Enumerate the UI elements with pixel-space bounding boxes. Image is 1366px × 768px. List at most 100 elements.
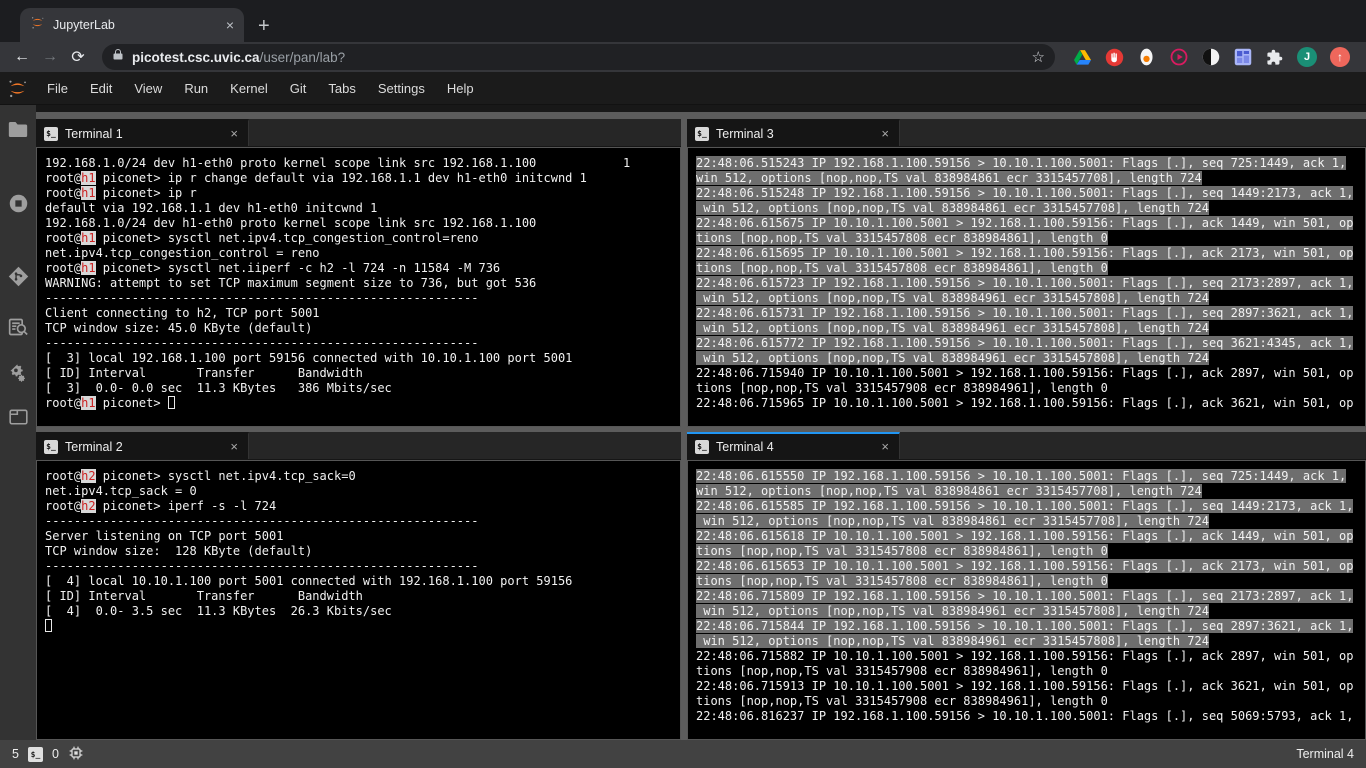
address-bar[interactable]: picotest.csc.uvic.ca/user/pan/lab? ☆ xyxy=(102,44,1055,70)
terminal-line: 22:48:06.615675 IP 10.10.1.100.5001 > 19… xyxy=(696,216,1365,231)
terminal-3-tab[interactable]: $_ Terminal 3 × xyxy=(687,119,900,146)
menu-help[interactable]: Help xyxy=(436,72,485,104)
terminal-line: tions [nop,nop,TS val 3315457808 ecr 838… xyxy=(696,231,1365,246)
terminal-line: root@h1 piconet> ip r xyxy=(45,186,680,201)
video-extension-icon[interactable] xyxy=(1169,48,1188,67)
browser-tab-strip: JupyterLab × + xyxy=(0,0,1366,42)
browser-tab-title: JupyterLab xyxy=(53,18,218,32)
terminal-line: 22:48:06.615550 IP 192.168.1.100.59156 >… xyxy=(696,469,1365,484)
current-activity-label[interactable]: Terminal 4 xyxy=(1296,747,1354,761)
prompt-host-highlight: h2 xyxy=(81,499,95,513)
terminal-3-close-icon[interactable]: × xyxy=(881,126,891,141)
jupyterlab-statusbar: 5 $_ 0 Terminal 4 xyxy=(0,740,1366,768)
kernel-status-icon[interactable] xyxy=(68,745,84,764)
menu-tabs[interactable]: Tabs xyxy=(317,72,366,104)
menu-view[interactable]: View xyxy=(123,72,173,104)
drive-extension-icon[interactable] xyxy=(1073,48,1092,67)
darkmode-extension-icon[interactable] xyxy=(1201,48,1220,67)
browser-toolbar: ← → ⟳ picotest.csc.uvic.ca/user/pan/lab?… xyxy=(0,42,1366,72)
prompt-host-highlight: h1 xyxy=(81,396,95,410)
terminal-line: tions [nop,nop,TS val 3315457808 ecr 838… xyxy=(696,574,1365,589)
property-inspector-gears-icon[interactable] xyxy=(0,363,36,383)
git-icon[interactable] xyxy=(0,266,36,287)
menu-git[interactable]: Git xyxy=(279,72,318,104)
terminal-line: root@h1 piconet> xyxy=(45,396,680,411)
jupyter-logo xyxy=(7,78,28,99)
terminal-line: 192.168.1.0/24 dev h1-eth0 proto kernel … xyxy=(45,156,680,171)
file-browser-icon[interactable] xyxy=(0,121,36,138)
terminal-line: root@h1 piconet> ip r change default via… xyxy=(45,171,680,186)
terminal-line: ----------------------------------------… xyxy=(45,559,680,574)
terminal-line: 192.168.1.0/24 dev h1-eth0 proto kernel … xyxy=(45,216,680,231)
dock-panel: $_ Terminal 1 × 192.168.1.0/24 dev h1-et… xyxy=(36,105,1366,740)
adblock-extension-icon[interactable] xyxy=(1105,48,1124,67)
timer-extension-icon[interactable] xyxy=(1137,48,1156,67)
terminal-line: 22:48:06.816237 IP 192.168.1.100.59156 >… xyxy=(696,709,1365,724)
terminal-4-panel: $_ Terminal 4 × 22:48:06.615550 IP 192.1… xyxy=(687,432,1366,740)
terminal-2-tab[interactable]: $_ Terminal 2 × xyxy=(36,432,249,459)
terminal-4-tabbar: $_ Terminal 4 × xyxy=(687,432,1366,460)
terminals-status-icon[interactable]: $_ xyxy=(28,747,43,762)
terminal-2-output[interactable]: root@h2 piconet> sysctl net.ipv4.tcp_sac… xyxy=(36,460,681,740)
lock-icon xyxy=(112,48,124,66)
browser-tab-close-icon[interactable]: × xyxy=(226,17,234,33)
terminal-line: root@h2 piconet> sysctl net.ipv4.tcp_sac… xyxy=(45,469,680,484)
prompt-host-highlight: h1 xyxy=(81,171,95,185)
extensions-puzzle-icon[interactable] xyxy=(1265,48,1284,67)
terminal-line: win 512, options [nop,nop,TS val 8389849… xyxy=(696,321,1365,336)
terminal-line: TCP window size: 45.0 KByte (default) xyxy=(45,321,680,336)
terminal-tab-icon: $_ xyxy=(695,127,709,141)
profile-avatar[interactable]: J xyxy=(1297,47,1317,67)
open-tabs-icon[interactable] xyxy=(0,409,36,425)
terminal-line: 22:48:06.715940 IP 10.10.1.100.5001 > 19… xyxy=(696,366,1365,381)
browser-update-icon[interactable]: ↑ xyxy=(1330,47,1350,67)
new-tab-button[interactable]: + xyxy=(258,16,270,36)
terminal-4-tab-label: Terminal 4 xyxy=(716,440,874,454)
back-icon[interactable]: ← xyxy=(10,45,34,69)
terminal-line: win 512, options [nop,nop,TS val 8389848… xyxy=(696,171,1365,186)
dashboard-extension-icon[interactable] xyxy=(1233,48,1252,67)
terminal-line: win 512, options [nop,nop,TS val 8389849… xyxy=(696,634,1365,649)
terminal-1-tabbar: $_ Terminal 1 × xyxy=(36,119,681,147)
terminal-1-panel: $_ Terminal 1 × 192.168.1.0/24 dev h1-et… xyxy=(36,119,681,427)
menu-kernel[interactable]: Kernel xyxy=(219,72,279,104)
terminal-4-output[interactable]: 22:48:06.615550 IP 192.168.1.100.59156 >… xyxy=(687,460,1366,740)
terminal-line: Client connecting to h2, TCP port 5001 xyxy=(45,306,680,321)
url-text: picotest.csc.uvic.ca/user/pan/lab? xyxy=(132,50,345,65)
url-path: /user/pan/lab? xyxy=(260,50,346,65)
terminal-line: 22:48:06.715913 IP 10.10.1.100.5001 > 19… xyxy=(696,679,1365,694)
terminal-cursor xyxy=(45,619,52,632)
jupyterlab-menubar: File Edit View Run Kernel Git Tabs Setti… xyxy=(0,72,1366,105)
terminal-4-tab[interactable]: $_ Terminal 4 × xyxy=(687,432,900,459)
running-kernels-icon[interactable] xyxy=(0,193,36,214)
terminal-line: 22:48:06.715882 IP 10.10.1.100.5001 > 19… xyxy=(696,649,1365,664)
extension-row: J ↑ xyxy=(1065,47,1356,67)
terminal-line: tions [nop,nop,TS val 3315457908 ecr 838… xyxy=(696,664,1365,679)
prompt-host-highlight: h2 xyxy=(81,469,95,483)
forward-icon[interactable]: → xyxy=(38,45,62,69)
browser-tab[interactable]: JupyterLab × xyxy=(20,8,244,42)
menu-settings[interactable]: Settings xyxy=(367,72,436,104)
menu-edit[interactable]: Edit xyxy=(79,72,123,104)
terminal-2-tabbar: $_ Terminal 2 × xyxy=(36,432,681,460)
terminal-line: [ 3] 0.0- 0.0 sec 11.3 KBytes 386 Mbits/… xyxy=(45,381,680,396)
terminal-1-close-icon[interactable]: × xyxy=(230,126,240,141)
reload-icon[interactable]: ⟳ xyxy=(66,45,90,69)
menu-file[interactable]: File xyxy=(36,72,79,104)
terminal-1-tab[interactable]: $_ Terminal 1 × xyxy=(36,119,249,146)
terminal-line: ----------------------------------------… xyxy=(45,514,680,529)
terminal-tab-icon: $_ xyxy=(44,440,58,454)
terminal-3-output[interactable]: 22:48:06.515243 IP 192.168.1.100.59156 >… xyxy=(687,147,1366,427)
menu-run[interactable]: Run xyxy=(173,72,219,104)
terminal-line: 22:48:06.715809 IP 192.168.1.100.59156 >… xyxy=(696,589,1365,604)
bookmark-star-icon[interactable]: ☆ xyxy=(1032,48,1045,66)
terminal-line: Server listening on TCP port 5001 xyxy=(45,529,680,544)
terminal-4-close-icon[interactable]: × xyxy=(881,439,891,454)
terminal-line: net.ipv4.tcp_sack = 0 xyxy=(45,484,680,499)
terminal-line: win 512, options [nop,nop,TS val 8389849… xyxy=(696,351,1365,366)
terminal-line: 22:48:06.715965 IP 10.10.1.100.5001 > 19… xyxy=(696,396,1365,411)
terminal-1-output[interactable]: 192.168.1.0/24 dev h1-eth0 proto kernel … xyxy=(36,147,681,427)
terminal-line: [ 3] local 192.168.1.100 port 59156 conn… xyxy=(45,351,680,366)
inspector-search-icon[interactable] xyxy=(0,317,36,337)
terminal-2-close-icon[interactable]: × xyxy=(230,439,240,454)
